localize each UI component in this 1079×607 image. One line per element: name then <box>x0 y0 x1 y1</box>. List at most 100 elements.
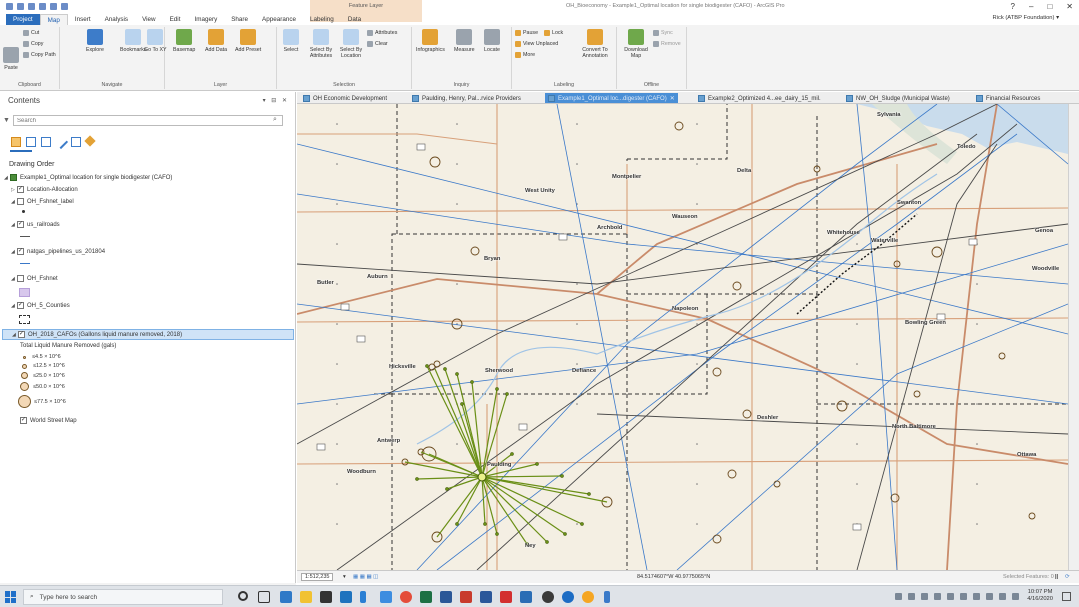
signed-in-user[interactable]: Rick (ATBP Foundation) ▾ <box>993 15 1060 21</box>
layer-row-world-street-map[interactable]: ✓ World Street Map <box>20 417 77 424</box>
taskbar-search-box[interactable]: ⌕ Type here to search <box>23 589 223 605</box>
close-button[interactable]: ✕ <box>1066 2 1073 11</box>
scale-selector[interactable]: 1:512,235 <box>301 573 334 581</box>
paste-button[interactable]: Paste <box>3 47 19 71</box>
tab-imagery[interactable]: Imagery <box>187 14 224 25</box>
optimal-facility-point[interactable] <box>477 472 487 482</box>
redo-icon[interactable] <box>50 3 57 10</box>
collapse-icon[interactable]: ◢ <box>11 249 16 255</box>
map-tab[interactable]: Paulding, Henry, Pal...rvice Providers <box>409 93 524 103</box>
pane-controls[interactable]: ▾ ⊟ ✕ <box>263 97 289 104</box>
collapse-icon[interactable]: ◢ <box>12 332 17 338</box>
lock-labels-button[interactable]: Lock <box>544 30 563 36</box>
arcgis-pro-icon[interactable] <box>604 591 610 603</box>
list-by-snapping-icon[interactable] <box>71 137 81 147</box>
cortana-icon[interactable] <box>238 591 248 601</box>
map-tab[interactable]: OH Economic Development <box>300 93 390 103</box>
select-by-attributes-button[interactable]: Select By Attributes <box>307 29 335 59</box>
help-icon[interactable]: ? <box>1011 2 1015 11</box>
refresh-icon[interactable]: ⟳ <box>1065 574 1070 580</box>
task-view-icon[interactable] <box>258 591 270 603</box>
open-project-icon[interactable] <box>17 3 24 10</box>
list-by-drawing-order-icon[interactable] <box>11 137 21 147</box>
filter-icon[interactable]: ▼ <box>3 117 10 124</box>
tray-icon[interactable] <box>973 593 980 600</box>
tab-edit[interactable]: Edit <box>163 14 188 25</box>
app-icon[interactable] <box>542 591 554 603</box>
close-tab-icon[interactable]: ✕ <box>670 95 675 102</box>
list-by-selection-icon[interactable] <box>41 137 51 147</box>
tray-icon[interactable] <box>934 593 941 600</box>
tab-data[interactable]: Data <box>341 14 368 25</box>
tab-share[interactable]: Share <box>224 14 255 25</box>
app-icon[interactable] <box>582 591 594 603</box>
collapse-icon[interactable]: ◢ <box>4 175 9 181</box>
app-icon[interactable] <box>380 591 392 603</box>
tray-icon[interactable] <box>908 593 915 600</box>
map-canvas[interactable] <box>297 104 1068 570</box>
layer-checkbox[interactable]: ✓ <box>20 417 27 424</box>
contents-search-input[interactable] <box>13 115 283 126</box>
explore-button[interactable]: Explore <box>86 29 104 53</box>
measure-button[interactable]: Measure <box>454 29 475 53</box>
tray-icon[interactable] <box>960 593 967 600</box>
mail-icon[interactable] <box>340 591 352 603</box>
file-explorer-icon[interactable] <box>300 591 312 603</box>
select-by-location-button[interactable]: Select By Location <box>337 29 365 59</box>
layer-row-location-allocation[interactable]: ▷ ✓ Location-Allocation <box>11 186 78 193</box>
layer-checkbox[interactable]: ✓ <box>17 248 24 255</box>
word-icon[interactable] <box>480 591 492 603</box>
layer-row-pipelines[interactable]: ◢ ✓ natgas_pipelines_us_201804 <box>11 248 105 255</box>
edge-icon[interactable] <box>280 591 292 603</box>
map-view[interactable]: Montpelier West Unity Delta Archbold Wau… <box>297 104 1068 570</box>
store-icon[interactable] <box>320 591 332 603</box>
app-icon[interactable] <box>440 591 452 603</box>
outlook-icon[interactable] <box>520 591 532 603</box>
map-tab[interactable]: NW_OH_Sludge (Municipal Waste) <box>843 93 953 103</box>
expand-icon[interactable]: ▷ <box>11 187 16 193</box>
copy-path-button[interactable]: Copy Path <box>23 52 56 58</box>
map-tab[interactable]: Financial Resources <box>973 93 1043 103</box>
app-icon[interactable] <box>562 591 574 603</box>
pause-labels-button[interactable]: Pause <box>515 30 538 36</box>
pause-drawing-icon[interactable]: || <box>1055 574 1058 580</box>
layer-checkbox[interactable]: ✓ <box>17 302 24 309</box>
more-labeling-button[interactable]: More <box>515 52 535 58</box>
app-icon[interactable] <box>360 591 366 603</box>
layer-row-cafos-selected[interactable]: ◢ ✓ OH_2018_CAFOs (Gallons liquid manure r… <box>2 329 294 340</box>
tab-analysis[interactable]: Analysis <box>98 14 135 25</box>
layer-checkbox[interactable] <box>17 275 24 282</box>
basemap-button[interactable]: Basemap <box>173 29 195 53</box>
taskbar-clock[interactable]: 10:07 PM 4/16/2020 <box>1027 589 1053 603</box>
powerpoint-icon[interactable] <box>460 591 472 603</box>
infographics-button[interactable]: Infographics <box>416 29 445 53</box>
tray-icon[interactable] <box>1012 593 1019 600</box>
layer-checkbox[interactable]: ✓ <box>17 186 24 193</box>
tray-icon[interactable] <box>999 593 1006 600</box>
attributes-button[interactable]: Attributes <box>367 30 397 36</box>
layer-checkbox[interactable] <box>17 198 24 205</box>
customize-icon[interactable] <box>61 3 68 10</box>
map-side-scrollbar[interactable] <box>1068 104 1079 570</box>
list-by-source-icon[interactable] <box>26 137 36 147</box>
map-tab-active[interactable]: Example1_Optimal loc...digester (CAFO) ✕ <box>545 93 678 103</box>
collapse-icon[interactable]: ◢ <box>11 303 16 309</box>
tray-icon[interactable] <box>921 593 928 600</box>
save-icon[interactable] <box>28 3 35 10</box>
tray-icon[interactable] <box>895 593 902 600</box>
view-unplaced-button[interactable]: View Unplaced <box>515 41 558 47</box>
clear-button[interactable]: Clear <box>367 41 388 47</box>
tab-appearance[interactable]: Appearance <box>255 14 303 25</box>
layer-checkbox[interactable]: ✓ <box>18 331 25 338</box>
tab-insert[interactable]: Insert <box>68 14 98 25</box>
layer-row-counties[interactable]: ◢ ✓ OH_5_Counties <box>11 302 70 309</box>
excel-icon[interactable] <box>420 591 432 603</box>
cut-button[interactable]: Cut <box>23 30 39 36</box>
collapse-icon[interactable]: ◢ <box>11 276 16 282</box>
layer-row-fshnet-label[interactable]: ◢ OH_Fshnet_label <box>11 198 74 205</box>
list-by-editing-icon[interactable] <box>53 134 69 150</box>
tab-labeling[interactable]: Labeling <box>303 14 341 25</box>
collapse-icon[interactable]: ◢ <box>11 199 16 205</box>
scale-dropdown-icon[interactable]: ▾ <box>343 574 346 580</box>
layer-checkbox[interactable]: ✓ <box>17 221 24 228</box>
